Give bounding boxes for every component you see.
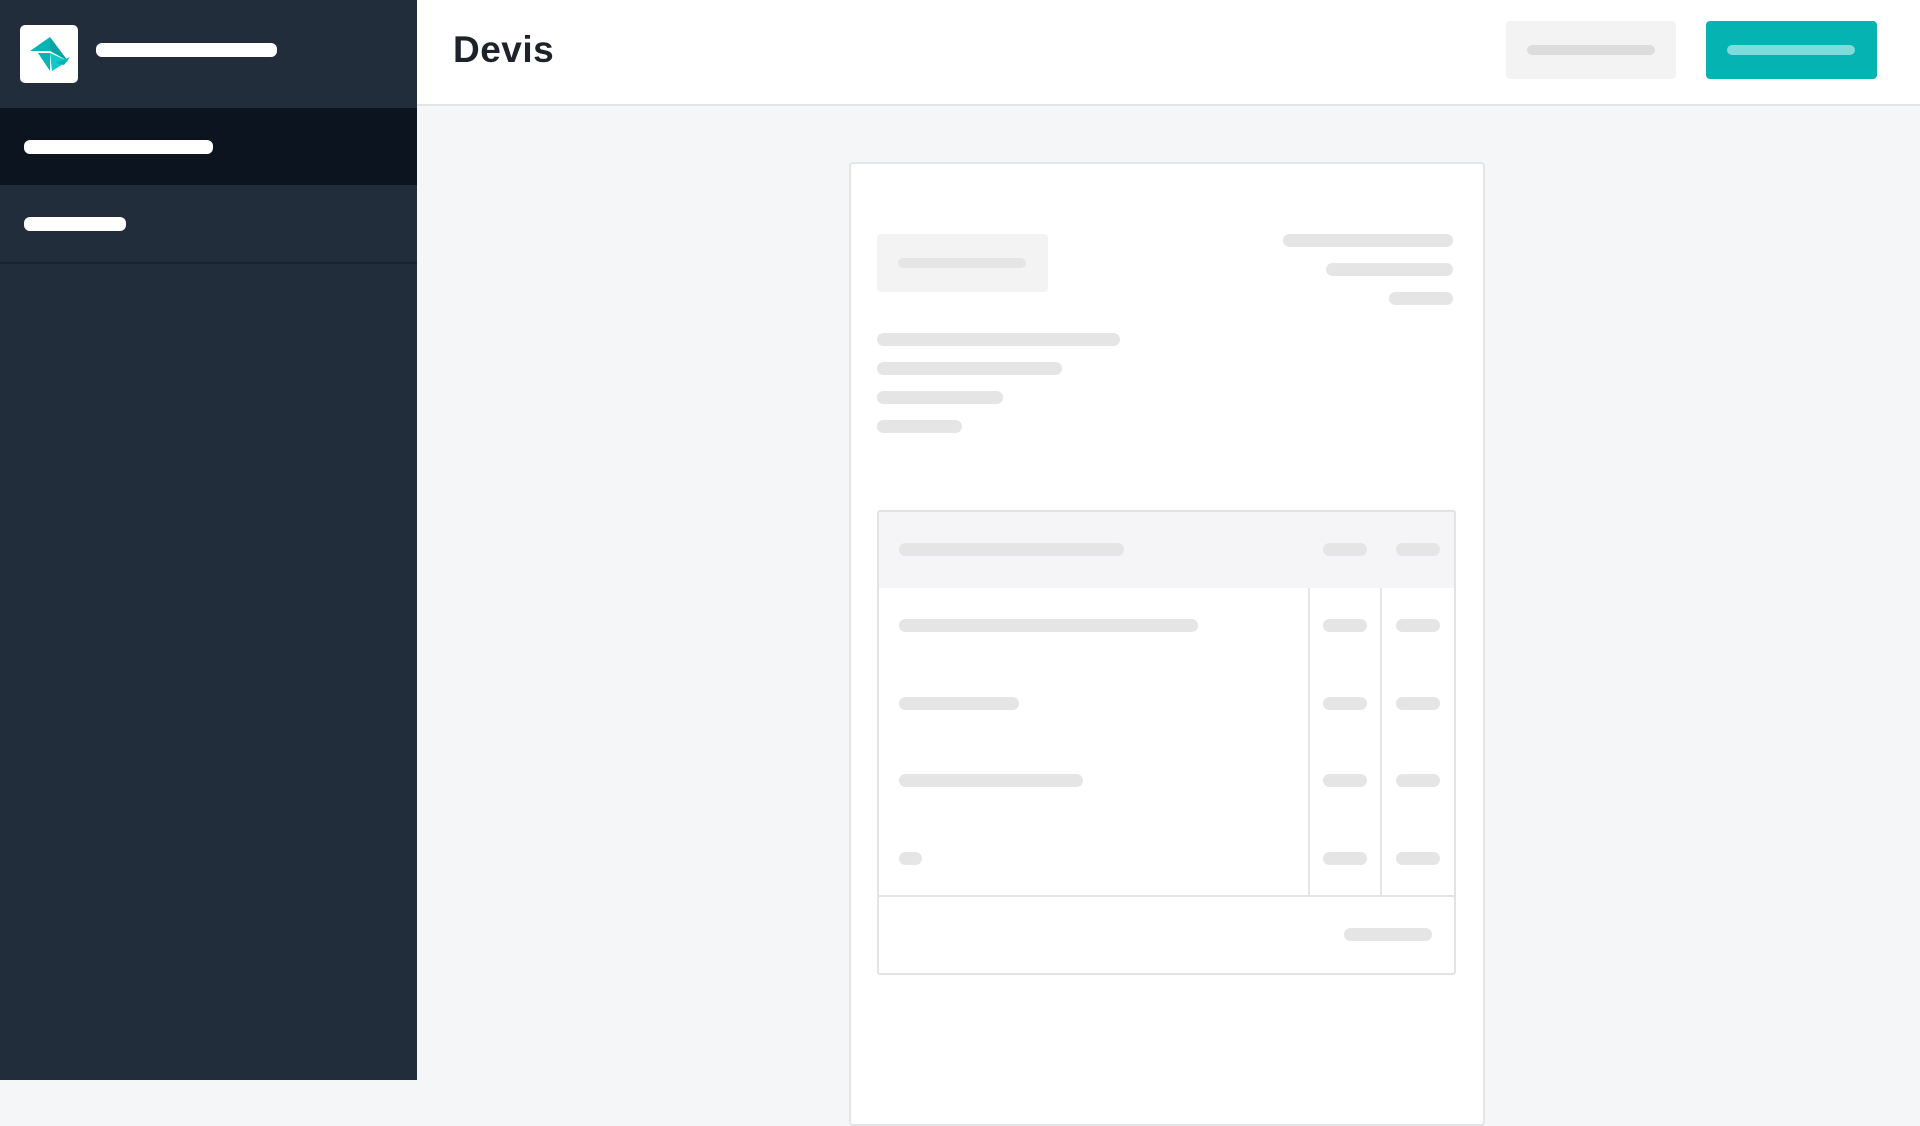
row-description — [899, 852, 922, 865]
company-info-line — [1283, 234, 1453, 247]
row-price — [1396, 697, 1440, 710]
document-logo-placeholder — [877, 234, 1048, 292]
row-price — [1396, 852, 1440, 865]
column-header-price — [1396, 543, 1440, 556]
row-description — [899, 619, 1198, 632]
sidebar — [0, 0, 417, 1080]
total-box — [877, 895, 1456, 975]
row-quantity — [1323, 774, 1367, 787]
column-divider — [1380, 588, 1382, 898]
secondary-button[interactable] — [1506, 21, 1676, 79]
sidebar-item-2[interactable] — [0, 185, 417, 262]
paper-plane-icon — [30, 37, 70, 71]
client-info-line — [877, 362, 1062, 375]
row-quantity — [1323, 697, 1367, 710]
quote-document-preview — [849, 162, 1485, 1126]
line-items-table — [877, 510, 1456, 900]
sidebar-item-label-placeholder — [24, 140, 213, 154]
button-label-placeholder — [1727, 45, 1855, 55]
row-quantity — [1323, 619, 1367, 632]
column-divider — [1308, 588, 1310, 898]
sidebar-item-1[interactable] — [0, 108, 417, 185]
sidebar-item-label-placeholder — [24, 217, 126, 231]
row-quantity — [1323, 852, 1367, 865]
client-info-line — [877, 420, 962, 433]
top-header: Devis — [417, 0, 1920, 106]
row-price — [1396, 774, 1440, 787]
client-info-line — [877, 391, 1003, 404]
row-description — [899, 697, 1019, 710]
app-logo — [20, 25, 78, 83]
row-description — [899, 774, 1083, 787]
logo-text-placeholder — [898, 258, 1026, 268]
company-info-line — [1389, 292, 1453, 305]
company-info-line — [1326, 263, 1453, 276]
sidebar-divider — [0, 262, 417, 264]
total-amount-placeholder — [1344, 928, 1432, 941]
primary-button[interactable] — [1706, 21, 1877, 79]
column-header-quantity — [1323, 543, 1367, 556]
button-label-placeholder — [1527, 45, 1655, 55]
app-name-placeholder — [96, 43, 277, 57]
page-title: Devis — [453, 29, 555, 70]
client-info-line — [877, 333, 1120, 346]
row-price — [1396, 619, 1440, 632]
column-header-description — [899, 543, 1124, 556]
table-header — [879, 512, 1454, 588]
sidebar-brand[interactable] — [0, 0, 417, 108]
